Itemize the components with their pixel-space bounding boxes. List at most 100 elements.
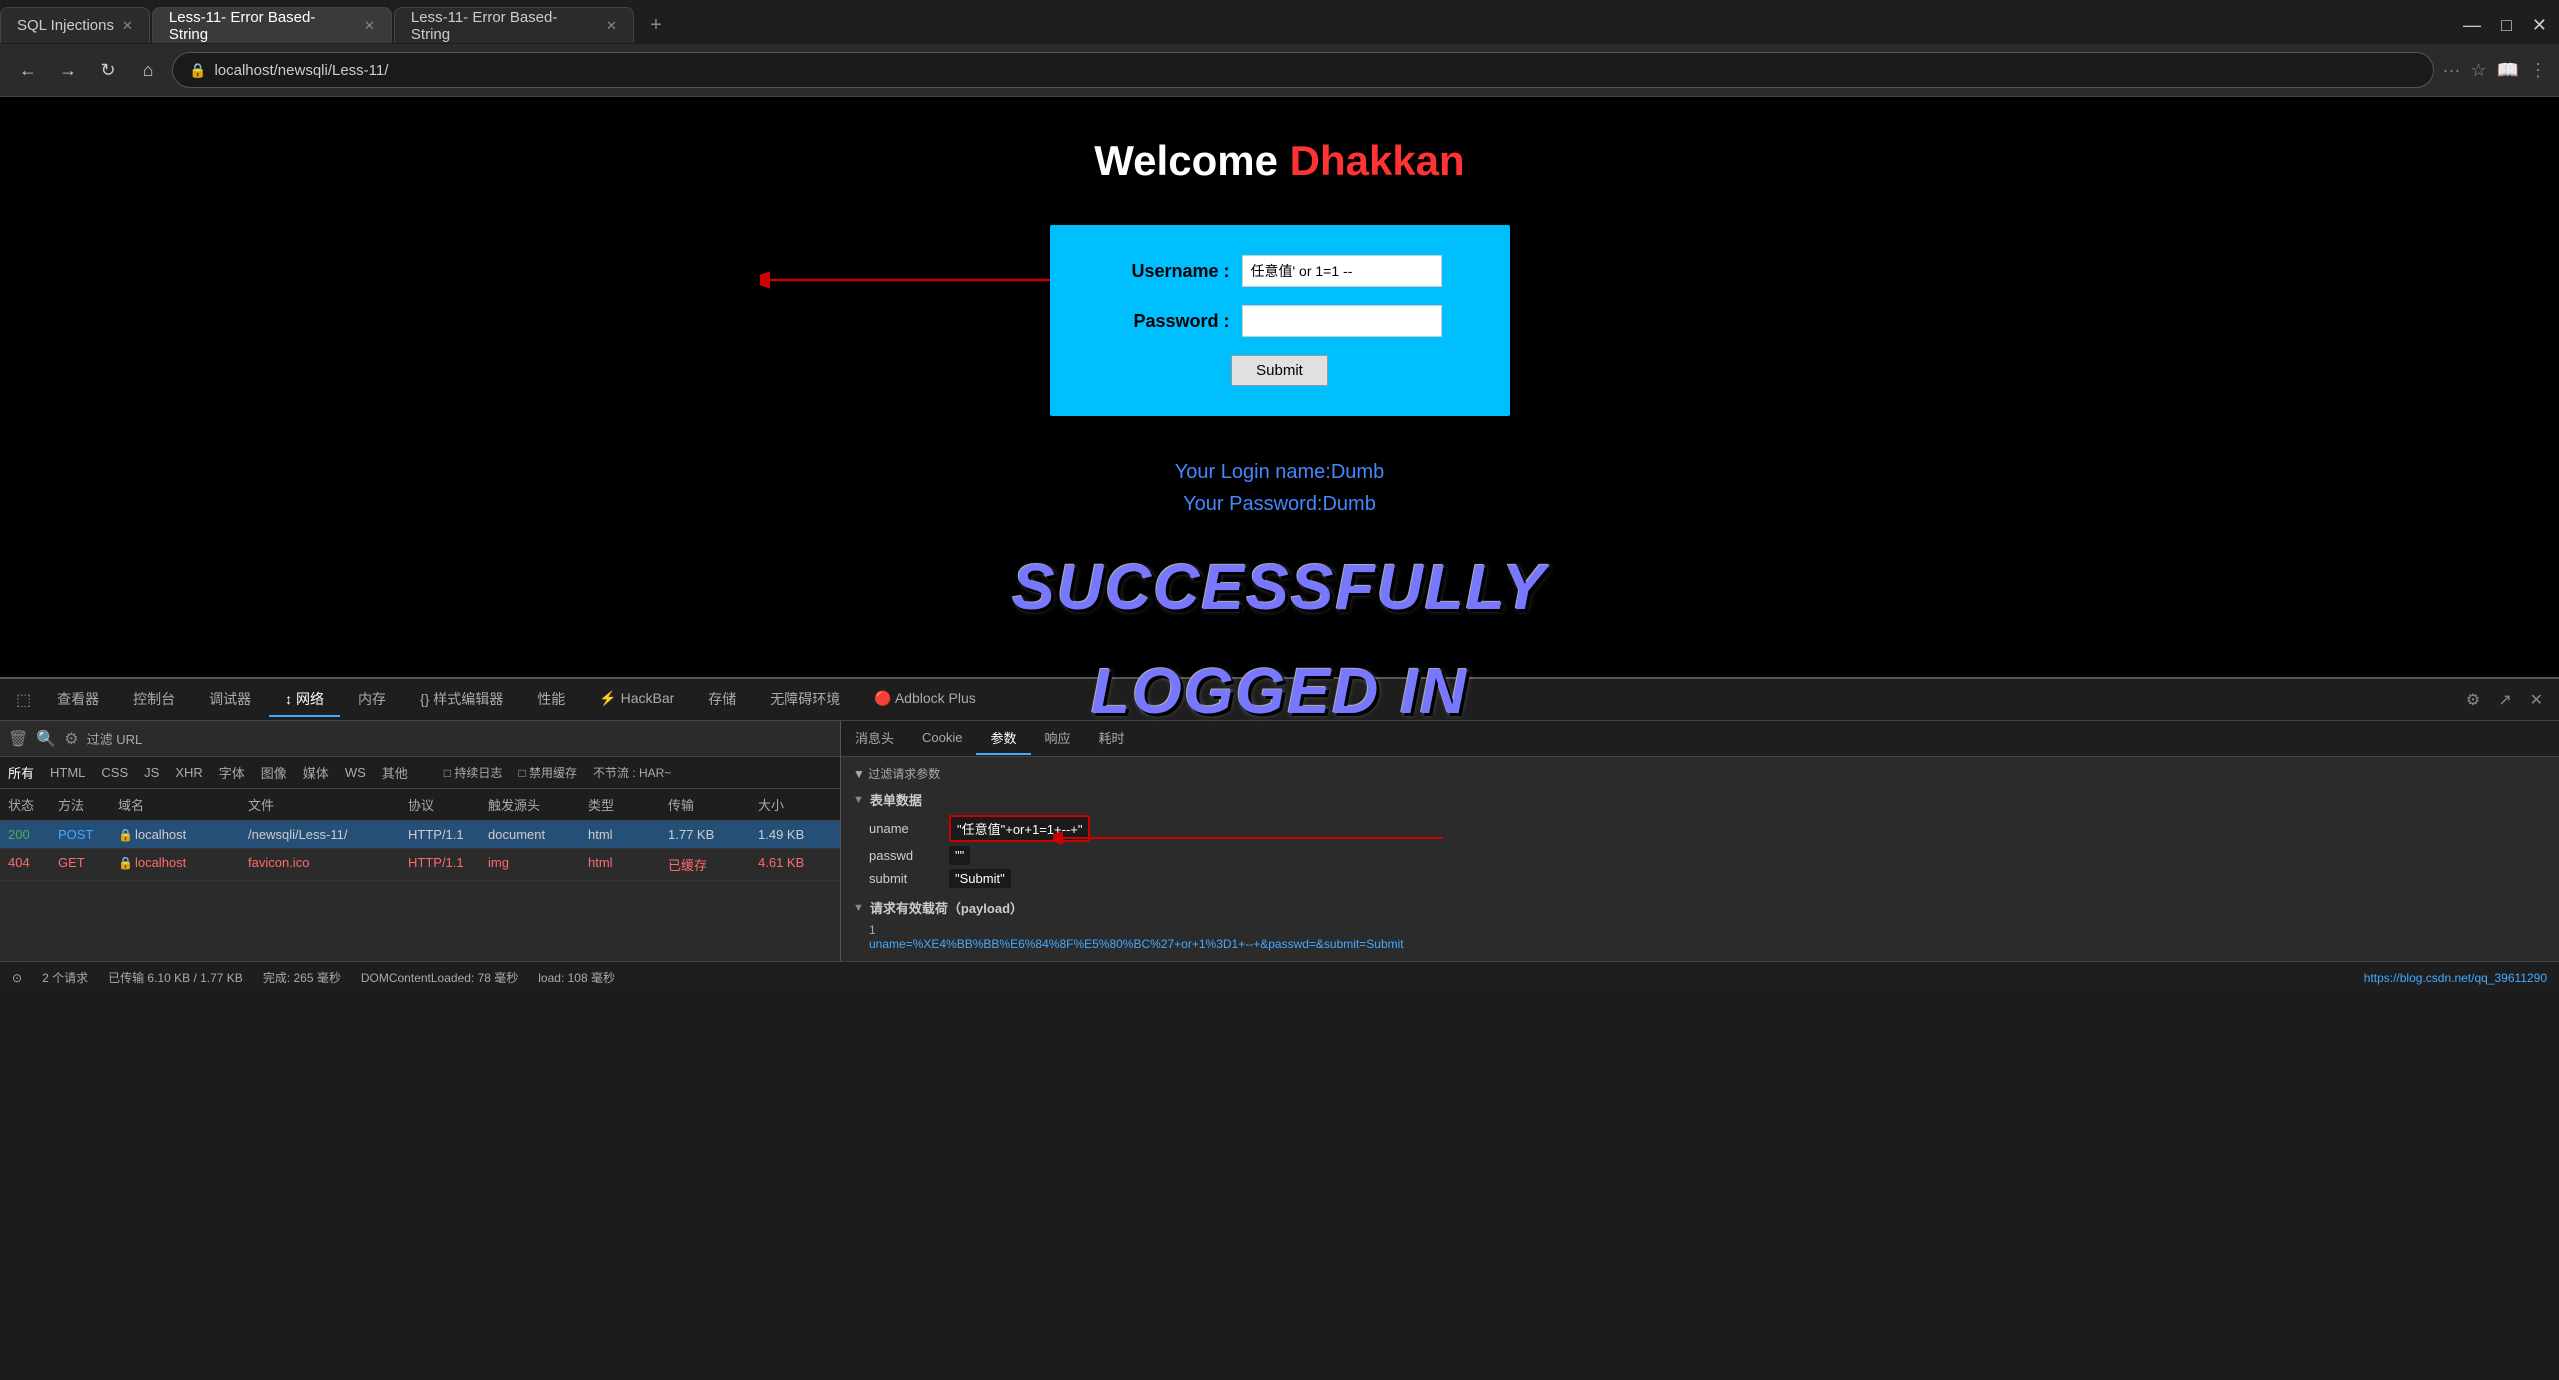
tab-close-icon[interactable]: ✕ [606,18,617,34]
tab-less11a[interactable]: Less-11- Error Based- String ✕ [152,7,392,43]
tab-cookie[interactable]: Cookie [908,724,976,753]
home-button[interactable]: ⌂ [132,54,164,86]
form-data-label: 表单数据 [870,790,922,809]
net-filter-css[interactable]: CSS [101,765,128,780]
back-button[interactable]: ← [12,54,44,86]
reader-mode-icon[interactable]: 📖 [2497,60,2519,81]
password-row: Password : [1090,305,1470,337]
net-filter-xhr[interactable]: XHR [175,765,202,780]
csdn-url: https://blog.csdn.net/qq_39611290 [2364,971,2547,985]
forward-button[interactable]: → [52,54,84,86]
username-row: Username : [1090,255,1470,287]
password-label: Password : [1090,311,1230,332]
success-line1: SUCCESSFULLY [20,550,2539,624]
result-text: Your Login name:Dumb Your Password:Dumb [20,456,2539,520]
tab-label: Less-11- Error Based- String [411,9,598,43]
row-protocol: HTTP/1.1 [400,853,480,876]
no-throttle-option[interactable]: 不节流 : HAR~ [593,764,671,781]
lock-icon: 🔒 [189,62,206,79]
header-status: 状态 [0,793,50,816]
success-line2: LOGGED IN [20,654,2539,728]
row-status: 404 [0,853,50,876]
status-bar: ⊙ 2 个请求 已传输 6.10 KB / 1.77 KB 完成: 265 毫秒… [0,961,2559,993]
net-filter-html[interactable]: HTML [50,765,85,780]
load-time: load: 108 毫秒 [538,969,615,986]
submit-button[interactable]: Submit [1231,355,1328,386]
param-key-passwd: passwd [869,848,949,863]
payload-section: ▼ 请求有效载荷（payload） 1 uname=%XE4%BB%BB%E6%… [853,898,2547,951]
welcome-header: Welcome Dhakkan [20,137,2539,185]
success-text: SUCCESSFULLY LOGGED IN [20,550,2539,728]
net-filter-ws[interactable]: WS [345,765,366,780]
net-filter-fonts[interactable]: 字体 [219,763,245,782]
row-domain: 🔒localhost [110,853,240,876]
row-transfer: 已缓存 [660,853,750,876]
tab-close-icon[interactable]: ✕ [364,18,375,34]
network-row-post[interactable]: 200 POST 🔒localhost /newsqli/Less-11/ HT… [0,821,840,849]
header-trigger: 触发源头 [480,793,580,816]
filter-params-label: ▼ 过滤请求参数 [853,765,2547,782]
network-row-get[interactable]: 404 GET 🔒localhost favicon.ico HTTP/1.1 … [0,849,840,881]
header-file: 文件 [240,793,400,816]
header-method: 方法 [50,793,110,816]
header-size: 大小 [750,793,840,816]
persist-log-checkbox[interactable]: □ 持续日志 [444,764,503,781]
param-value-passwd: "" [949,846,970,865]
url-bar[interactable]: 🔒 localhost/newsqli/Less-11/ [172,52,2434,88]
minimize-button[interactable]: — [2463,15,2481,36]
filter-icon[interactable]: ⚙ [64,729,78,749]
requests-count: 2 个请求 [42,969,88,986]
row-status: 200 [0,825,50,844]
row-transfer: 1.77 KB [660,825,750,844]
arrow-annotation [760,270,1060,295]
extensions-icon[interactable]: ··· [2442,60,2460,81]
close-button[interactable]: ✕ [2532,15,2547,36]
transfer-info: 已传输 6.10 KB / 1.77 KB [108,969,243,986]
disable-cache-checkbox[interactable]: □ 禁用缓存 [518,764,577,781]
params-panel: ▼ 过滤请求参数 ▼ 表单数据 uname "任意值"+or+1=1+--+" [841,757,2559,961]
clear-requests-icon[interactable]: 🗑 [8,729,28,749]
password-input[interactable] [1242,305,1442,337]
status-icon: ⊙ [12,971,22,985]
username-input[interactable] [1242,255,1442,287]
page-content: Welcome Dhakkan Username : Password : Su… [0,97,2559,677]
search-icon[interactable]: 🔍 [36,729,56,749]
refresh-button[interactable]: ↻ [92,54,124,86]
browser-chrome: SQL Injections ✕ Less-11- Error Based- S… [0,0,2559,97]
welcome-label: Welcome [1094,137,1278,184]
devtools-body: 🗑 🔍 ⚙ 过滤 URL 所有 HTML CSS JS XHR 字体 图像 媒体… [0,721,2559,961]
net-filter-media[interactable]: 媒体 [303,763,329,782]
payload-label: 请求有效载荷（payload） [870,898,1023,917]
tab-bar: SQL Injections ✕ Less-11- Error Based- S… [0,0,2559,44]
filter-url-label: 过滤 URL [87,729,143,748]
form-data-section: ▼ 表单数据 [853,790,2547,809]
devtools-network-panel: 🗑 🔍 ⚙ 过滤 URL 所有 HTML CSS JS XHR 字体 图像 媒体… [0,721,841,961]
row-trigger: img [480,853,580,876]
payload-toggle-icon[interactable]: ▼ [853,902,864,914]
tab-label: Less-11- Error Based- String [169,9,356,43]
new-tab-button[interactable]: + [640,9,672,41]
tab-less11b[interactable]: Less-11- Error Based- String ✕ [394,7,634,43]
net-filter-js[interactable]: JS [144,765,159,780]
section-toggle-icon[interactable]: ▼ [853,794,864,806]
param-uname-row: uname "任意值"+or+1=1+--+" [853,815,2547,842]
arrow-svg [760,270,1060,290]
username-label: Username : [1090,261,1230,282]
dom-loaded-time: DOMContentLoaded: 78 毫秒 [361,969,518,986]
tab-sql-injections[interactable]: SQL Injections ✕ [0,7,150,43]
bookmark-icon[interactable]: ☆ [2470,60,2486,81]
maximize-button[interactable]: □ [2501,15,2512,36]
tab-close-icon[interactable]: ✕ [122,18,133,34]
row-file: favicon.ico [240,853,400,876]
net-filter-other[interactable]: 其他 [382,763,408,782]
net-filter-images[interactable]: 图像 [261,763,287,782]
net-filter-all[interactable]: 所有 [8,763,34,782]
window-controls: — □ ✕ [2463,15,2559,36]
param-submit-row: submit "Submit" [853,869,2547,888]
more-icon[interactable]: ⋮ [2529,60,2547,81]
row-type: html [580,825,660,844]
row-protocol: HTTP/1.1 [400,825,480,844]
tab-label: SQL Injections [17,17,114,34]
row-domain: 🔒localhost [110,825,240,844]
header-type: 类型 [580,793,660,816]
